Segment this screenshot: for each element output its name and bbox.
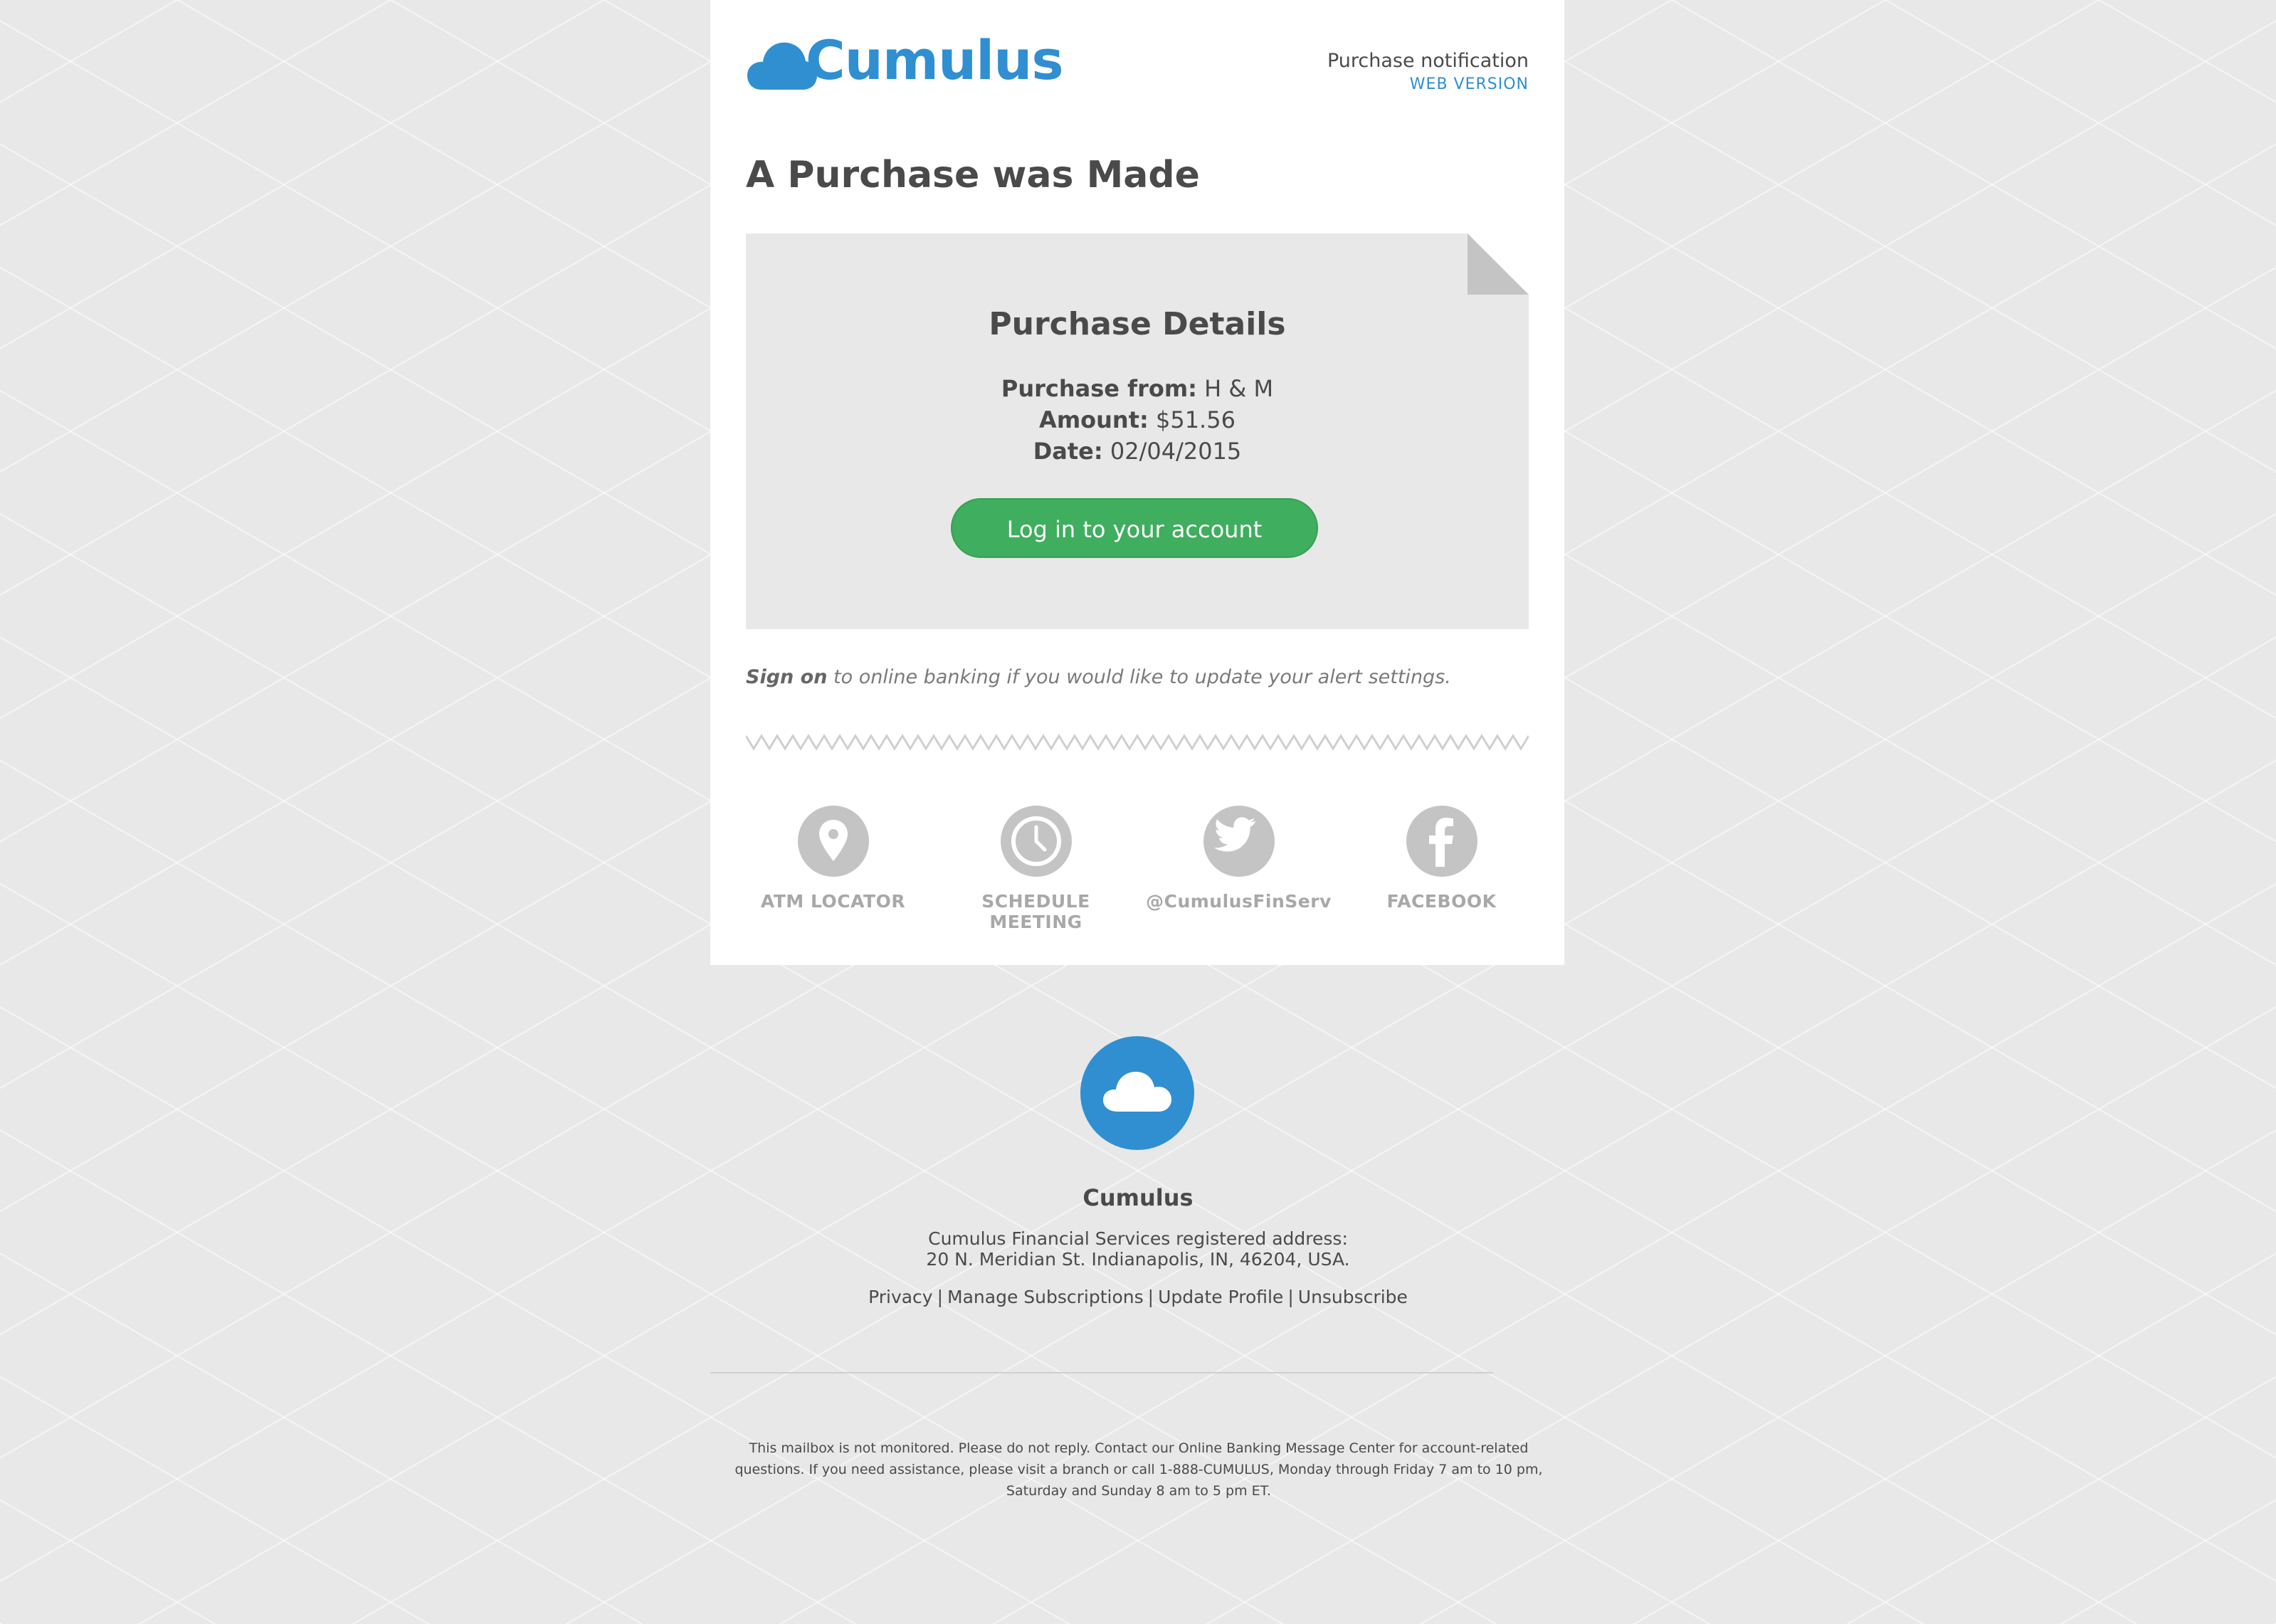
purchase-details-title: Purchase Details bbox=[989, 306, 1286, 342]
schedule-meeting-link[interactable]: SCHEDULE MEETING bbox=[937, 806, 1136, 932]
separator: | bbox=[1287, 1287, 1294, 1307]
footer-divider bbox=[710, 1372, 1493, 1373]
cloud-icon bbox=[1103, 1072, 1171, 1112]
footer-links: Privacy | Manage Subscriptions | Update Prof… bbox=[0, 1287, 2276, 1307]
unsubscribe-link[interactable]: Unsubscribe bbox=[1298, 1287, 1408, 1307]
zigzag-divider bbox=[746, 734, 1529, 751]
facebook-f-icon bbox=[1406, 806, 1477, 877]
footer-brand-name: Cumulus bbox=[1082, 1184, 1194, 1211]
social-links: ATM LOCATOR SCHEDULE MEETING @CumulusFin… bbox=[732, 806, 1543, 932]
facebook-link[interactable]: FACEBOOK bbox=[1342, 806, 1542, 919]
footer-address: Cumulus Financial Services registered ad… bbox=[0, 1228, 2276, 1270]
date-value: 02/04/2015 bbox=[1110, 438, 1242, 465]
update-profile-link[interactable]: Update Profile bbox=[1158, 1287, 1283, 1307]
atm-locator-label: ATM LOCATOR bbox=[760, 891, 906, 912]
clock-icon bbox=[1000, 806, 1072, 877]
signon-note: Sign on to online banking if you would l… bbox=[746, 666, 1451, 688]
purchase-details-panel: Purchase Details Purchase from: H & M Am… bbox=[746, 233, 1529, 629]
separator: | bbox=[937, 1287, 944, 1307]
manage-subscriptions-link[interactable]: Manage Subscriptions bbox=[947, 1287, 1144, 1307]
schedule-meeting-label: SCHEDULE MEETING bbox=[981, 891, 1090, 932]
twitter-label: @CumulusFinServ bbox=[1146, 891, 1332, 912]
amount-value: $51.56 bbox=[1155, 406, 1236, 433]
notification-label: Purchase notification bbox=[1327, 50, 1529, 72]
purchase-from-label: Purchase from: bbox=[1001, 375, 1197, 402]
address-line-2: 20 N. Meridian St. Indianapolis, IN, 462… bbox=[926, 1249, 1350, 1270]
twitter-bird-icon bbox=[1203, 806, 1275, 877]
footer-disclaimer: This mailbox is not monitored. Please do… bbox=[712, 1438, 1566, 1502]
purchase-from-value: H & M bbox=[1204, 375, 1274, 402]
login-button[interactable]: Log in to your account bbox=[951, 498, 1318, 558]
logo-wordmark: Cumulus bbox=[806, 28, 1064, 92]
page-title: A Purchase was Made bbox=[746, 154, 1200, 196]
purchase-from-row: Purchase from: H & M bbox=[746, 373, 1529, 404]
twitter-link[interactable]: @CumulusFinServ bbox=[1139, 806, 1339, 919]
web-version-link[interactable]: WEB VERSION bbox=[1327, 74, 1529, 95]
address-line-1: Cumulus Financial Services registered ad… bbox=[928, 1228, 1348, 1249]
signon-link[interactable]: Sign on bbox=[746, 666, 827, 688]
date-row: Date: 02/04/2015 bbox=[746, 436, 1529, 467]
separator: | bbox=[1147, 1287, 1154, 1307]
map-pin-icon bbox=[797, 806, 869, 877]
header-meta: Purchase notification WEB VERSION bbox=[1327, 48, 1529, 95]
atm-locator-link[interactable]: ATM LOCATOR bbox=[734, 806, 933, 919]
facebook-label: FACEBOOK bbox=[1386, 891, 1497, 912]
email-card: Cumulus Purchase notification WEB VERSIO… bbox=[710, 0, 1564, 965]
signon-text: to online banking if you would like to u… bbox=[833, 666, 1451, 688]
privacy-link[interactable]: Privacy bbox=[868, 1287, 933, 1307]
purchase-details-list: Purchase from: H & M Amount: $51.56 Date… bbox=[746, 373, 1529, 467]
disclaimer-line-3: Saturday and Sunday 8 am to 5 pm ET. bbox=[1006, 1483, 1272, 1499]
disclaimer-line-1: This mailbox is not monitored. Please do… bbox=[749, 1440, 1529, 1456]
disclaimer-line-2: questions. If you need assistance, pleas… bbox=[734, 1462, 1543, 1477]
amount-row: Amount: $51.56 bbox=[746, 404, 1529, 436]
amount-label: Amount: bbox=[1039, 406, 1149, 433]
page-fold-corner bbox=[1468, 233, 1529, 295]
cumulus-logo[interactable]: Cumulus bbox=[746, 28, 1087, 94]
date-label: Date: bbox=[1033, 438, 1103, 465]
footer-cloud-logo bbox=[1080, 1036, 1194, 1150]
